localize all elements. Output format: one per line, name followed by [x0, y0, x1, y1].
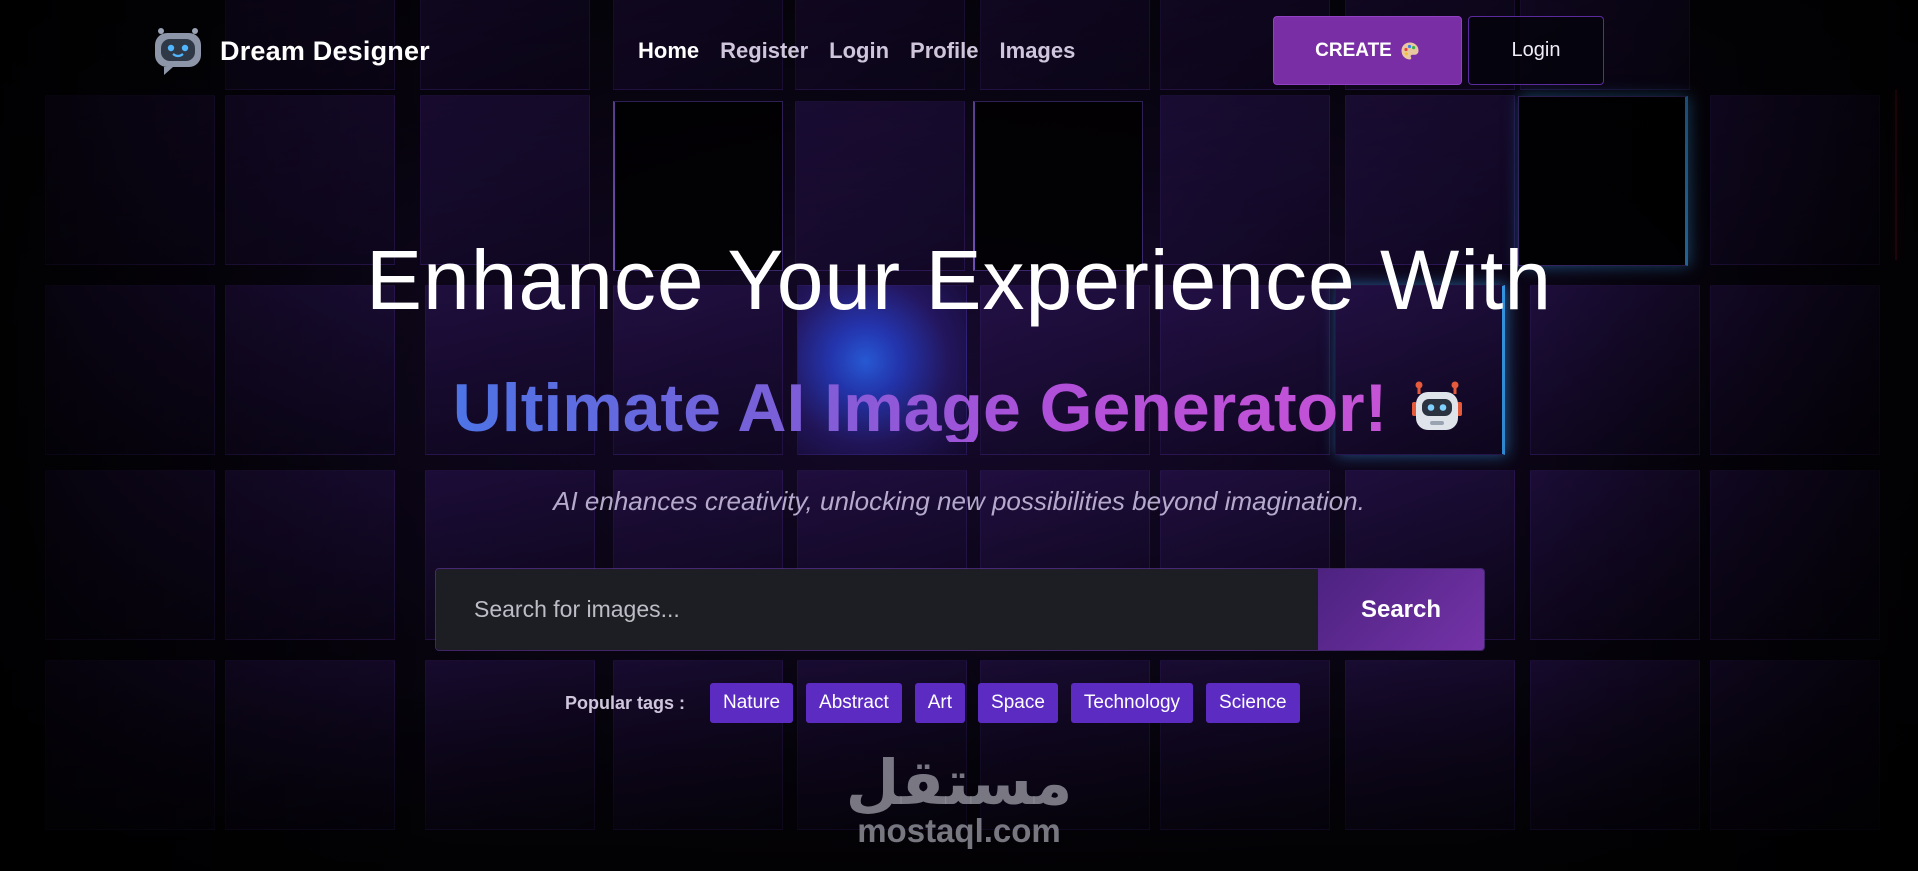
tag-nature[interactable]: Nature [710, 683, 794, 723]
login-button[interactable]: Login [1468, 16, 1604, 85]
popular-tags-label: Popular tags : [565, 692, 686, 713]
search-bar: Search [435, 568, 1485, 651]
tag-technology[interactable]: Technology [1070, 683, 1194, 723]
tag-science[interactable]: Science [1206, 683, 1300, 723]
hero-tagline: AI enhances creativity, unlocking new po… [553, 486, 1365, 516]
palette-icon [1401, 42, 1419, 59]
tag-abstract[interactable]: Abstract [806, 683, 902, 723]
nav-home[interactable]: Home [638, 38, 699, 64]
hero-subtitle-row: Ultimate AI Image Generator! [0, 374, 1918, 442]
hero-title: Enhance Your Experience With [365, 233, 1553, 327]
create-button-label: CREATE [1315, 39, 1392, 61]
main-nav: Home Register Login Profile Images [638, 38, 1075, 64]
tag-space[interactable]: Space [978, 683, 1058, 723]
watermark-latin: mostaql.com [857, 812, 1061, 849]
popular-tags: Popular tags : Nature Abstract Art Space… [565, 683, 1300, 723]
robot-icon [1412, 381, 1463, 430]
tag-art[interactable]: Art [914, 683, 966, 723]
watermark: مستقل mostaql.com [844, 752, 1074, 850]
hero-subtitle: Ultimate AI Image Generator! [452, 370, 1388, 446]
robot-chat-icon [155, 28, 201, 75]
nav-register[interactable]: Register [720, 38, 808, 64]
nav-login[interactable]: Login [829, 38, 889, 64]
brand-name: Dream Designer [220, 35, 430, 66]
brand[interactable]: Dream Designer [152, 26, 430, 76]
nav-profile[interactable]: Profile [910, 38, 978, 64]
nav-images[interactable]: Images [1000, 38, 1076, 64]
watermark-arabic: مستقل [845, 746, 1073, 819]
search-button[interactable]: Search [1318, 569, 1484, 650]
top-navbar: Dream Designer Home Register Login Profi… [0, 0, 1918, 100]
search-input[interactable] [436, 569, 1318, 650]
create-button[interactable]: CREATE [1273, 16, 1462, 85]
